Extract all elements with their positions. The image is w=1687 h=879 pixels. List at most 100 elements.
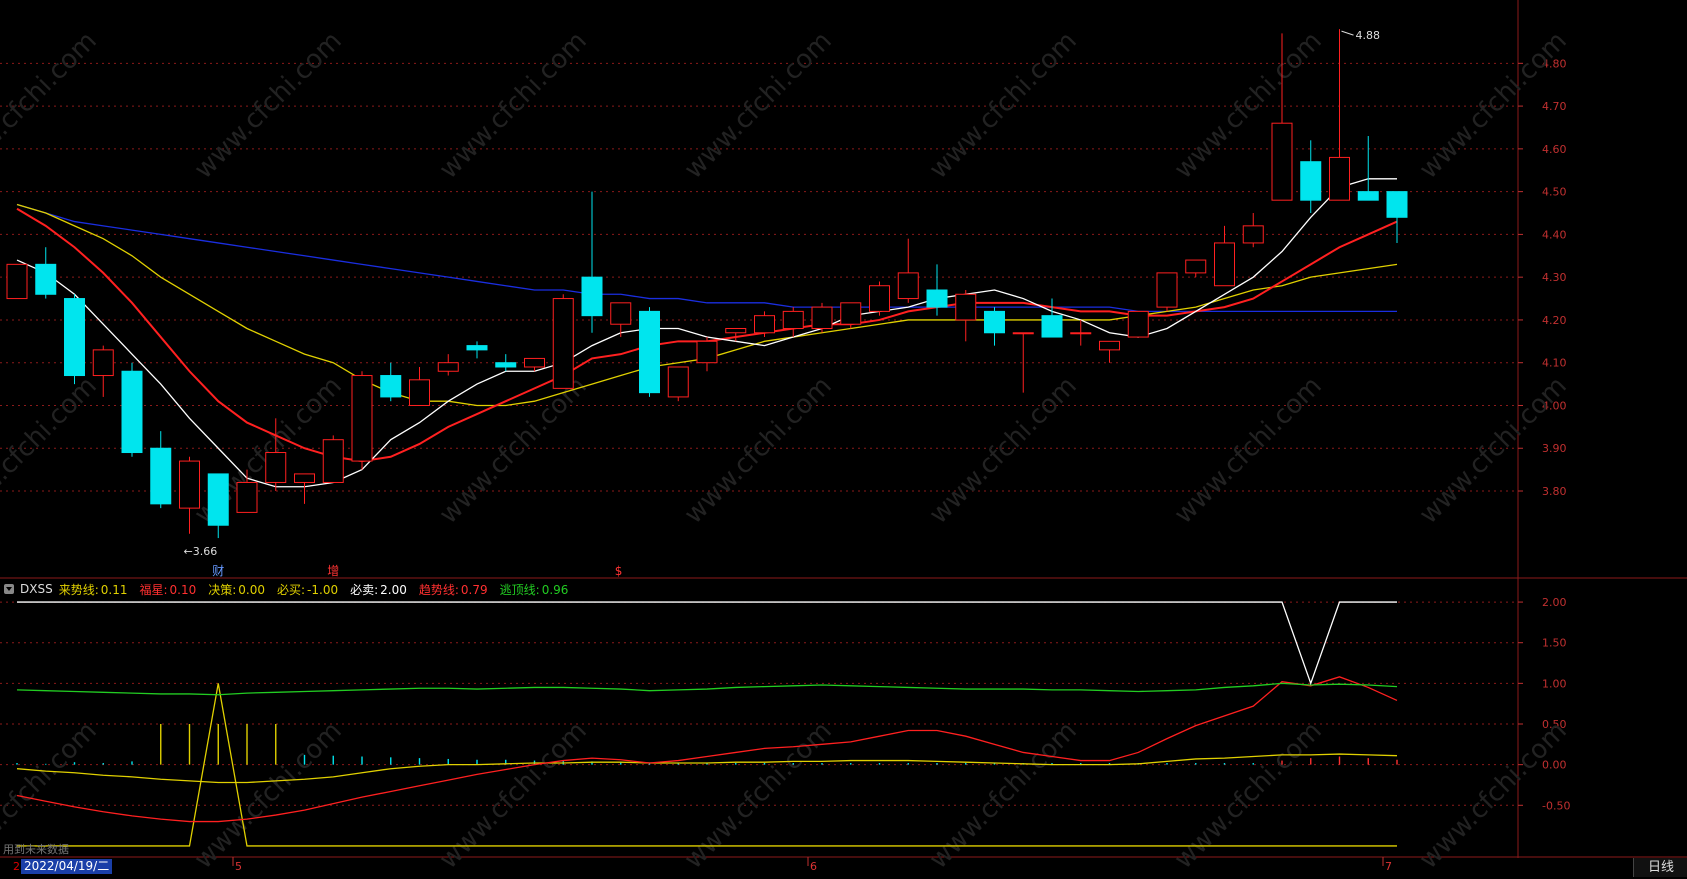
candle-body (1214, 242, 1235, 287)
candle (1127, 310, 1149, 338)
period-button[interactable]: 日线 (1633, 858, 1687, 877)
candle (1357, 136, 1379, 201)
chevron-down-icon[interactable] (4, 584, 14, 594)
future-data-note: 用到未来数据 (3, 843, 69, 856)
candle-body (1329, 156, 1350, 201)
candle-body (524, 357, 545, 368)
candle-body (840, 302, 862, 325)
watermark-text: www.cfchi.com (924, 26, 1083, 185)
event-marker: $ (615, 564, 623, 578)
candle (380, 362, 402, 402)
high-price-annotation: 4.88 (1356, 29, 1381, 42)
candle (179, 456, 200, 534)
legend-item: 必卖: 2.00 (350, 583, 413, 597)
candle-body (1357, 191, 1379, 201)
candle (1300, 140, 1322, 214)
legend-item: 决策: 0.00 (208, 583, 271, 597)
candle (1012, 332, 1034, 393)
candle-body (64, 298, 85, 377)
candle-body (926, 289, 948, 308)
candle-body (409, 379, 430, 406)
candle (955, 290, 977, 342)
candle (725, 327, 747, 342)
candle (351, 371, 373, 470)
indicator-name[interactable]: DXSS (20, 582, 53, 596)
candle (1156, 272, 1178, 312)
candle (437, 354, 459, 376)
candle (1041, 298, 1063, 338)
price-tick-label: 4.60 (1542, 143, 1567, 156)
legend-items: 来势线: 0.11 福星: 0.10 决策: 0.00 必买: -1.00 必卖: 2.00 趋势线… (59, 581, 581, 598)
candle-body (754, 315, 775, 334)
candle (639, 307, 660, 397)
month-label: 5 (235, 860, 242, 873)
candle-body (1156, 272, 1178, 308)
watermark-text: www.cfchi.com (679, 371, 838, 530)
candle-body (121, 370, 143, 454)
indicator-trend-yellow-line (16, 753, 1398, 784)
candle-body (1041, 315, 1063, 338)
price-tick-label: 4.20 (1542, 314, 1567, 327)
indicator-legend: DXSS 来势线: 0.11 福星: 0.10 决策: 0.00 必买: -1.00 必卖: 2.… (0, 580, 586, 598)
indicator-tick-label: 2.00 (1542, 596, 1567, 609)
date-prefix: 2 (13, 860, 20, 873)
candle-body (811, 306, 833, 329)
candle (1099, 340, 1120, 363)
candle-body (437, 362, 459, 372)
legend-label: 决策: (208, 582, 237, 597)
watermark-text: www.cfchi.com (924, 371, 1083, 530)
watermark-text: www.cfchi.com (0, 371, 103, 530)
candle-body (552, 298, 574, 389)
watermark-text: www.cfchi.com (434, 371, 593, 530)
candle (322, 435, 344, 483)
event-marker: 财 (212, 564, 224, 578)
candle (294, 473, 315, 504)
watermark-text: www.cfchi.com (0, 26, 103, 185)
candle-body (150, 447, 172, 505)
candle (35, 247, 57, 299)
ma-white-line (16, 178, 1397, 488)
legend-item: 福星: 0.10 (139, 583, 202, 597)
legend-item: 来势线: 0.11 (59, 583, 134, 597)
candle-body (294, 473, 315, 483)
watermark-text: www.cfchi.com (679, 26, 838, 185)
candle-body (6, 263, 28, 300)
watermark-text: www.cfchi.com (434, 716, 593, 875)
indicator-tick-label: 1.00 (1542, 677, 1567, 690)
indicator-tick-label: 1.50 (1542, 637, 1567, 650)
candle (1070, 319, 1092, 346)
candle-body (1099, 340, 1120, 351)
candle-body (351, 375, 373, 462)
candle (1242, 213, 1264, 248)
month-label: 7 (1385, 860, 1392, 873)
candle-body (984, 310, 1005, 334)
candle-body (782, 310, 804, 329)
candle (409, 366, 430, 406)
candle (696, 337, 718, 372)
candle-body (581, 276, 603, 317)
candle-body (322, 439, 344, 483)
candle-body (380, 375, 402, 398)
candle (811, 302, 833, 333)
candle-body (179, 460, 200, 509)
price-tick-label: 4.70 (1542, 100, 1567, 113)
candle (1329, 29, 1350, 201)
candle (150, 431, 172, 509)
candle (466, 341, 488, 359)
candle-body (92, 349, 114, 377)
candle-body (1242, 225, 1264, 244)
legend-value: 0.10 (169, 582, 197, 597)
candle-body (696, 340, 718, 364)
candle (984, 307, 1005, 346)
price-tick-label: 4.50 (1542, 186, 1567, 199)
candle-body (1271, 122, 1293, 201)
legend-value: 2.00 (380, 582, 407, 597)
watermark-text: www.cfchi.com (1169, 26, 1328, 185)
candle-body (207, 473, 229, 526)
legend-value: -1.00 (307, 582, 339, 597)
candle (6, 263, 28, 300)
legend-label: 来势线: (58, 582, 99, 597)
candle-body (495, 362, 517, 368)
stock-chart-canvas[interactable]: 4.804.704.604.504.404.304.204.104.003.90… (0, 0, 1687, 879)
legend-value: 0.96 (541, 582, 569, 597)
